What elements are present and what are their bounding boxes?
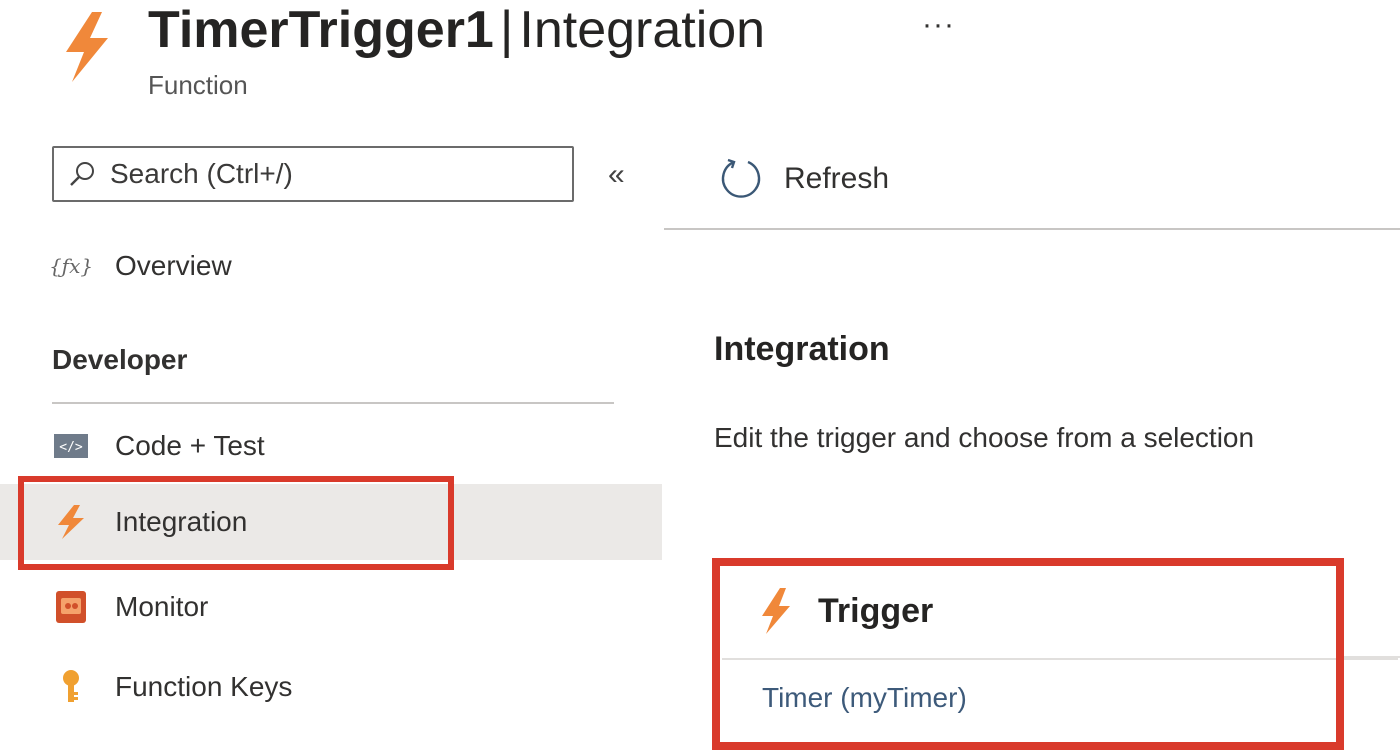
highlight-box-integration [18,476,454,570]
page-title: TimerTrigger1 | Integration [148,0,765,60]
sidebar-item-label: Overview [115,250,232,281]
sidebar-item-overview[interactable]: {ƒx} Overview [0,228,662,304]
search-input[interactable] [108,157,532,191]
search-icon [70,162,94,186]
collapse-sidebar-icon[interactable]: « [608,158,625,192]
toolbar-divider [664,228,1400,230]
search-box[interactable] [52,146,574,202]
section-divider [52,402,614,404]
code-icon: </> [54,434,88,458]
sidebar-item-code-test[interactable]: </> Code + Test [0,408,662,484]
function-fx-icon: {ƒx} [48,254,94,278]
refresh-button[interactable]: Refresh [718,150,889,208]
section-name: Integration [519,1,766,59]
sidebar-item-monitor[interactable]: Monitor [0,569,662,645]
main-description: Edit the trigger and choose from a selec… [714,422,1255,453]
more-options-icon[interactable]: ··· [922,8,955,42]
sidebar-item-function-keys[interactable]: Function Keys [0,649,662,725]
page: TimerTrigger1|Integration ··· Function «… [0,0,1400,756]
refresh-label: Refresh [784,162,890,195]
sidebar-item-label: Code + Test [115,430,265,461]
key-icon [63,670,79,702]
svg-text:</>: </> [59,440,83,455]
function-name: TimerTrigger1 [148,1,494,59]
sidebar-item-label: Monitor [115,591,209,622]
title-separator: | [499,1,514,59]
highlight-box-trigger [712,558,1344,750]
page-subtitle: Function [148,70,248,100]
card-divider-extension [1344,656,1400,658]
main-heading: Integration [714,330,890,368]
function-lightning-icon [66,12,108,82]
monitor-icon [56,591,86,623]
section-header-developer: Developer [52,344,188,375]
refresh-icon [721,158,761,198]
sidebar-item-label: Function Keys [115,671,293,702]
